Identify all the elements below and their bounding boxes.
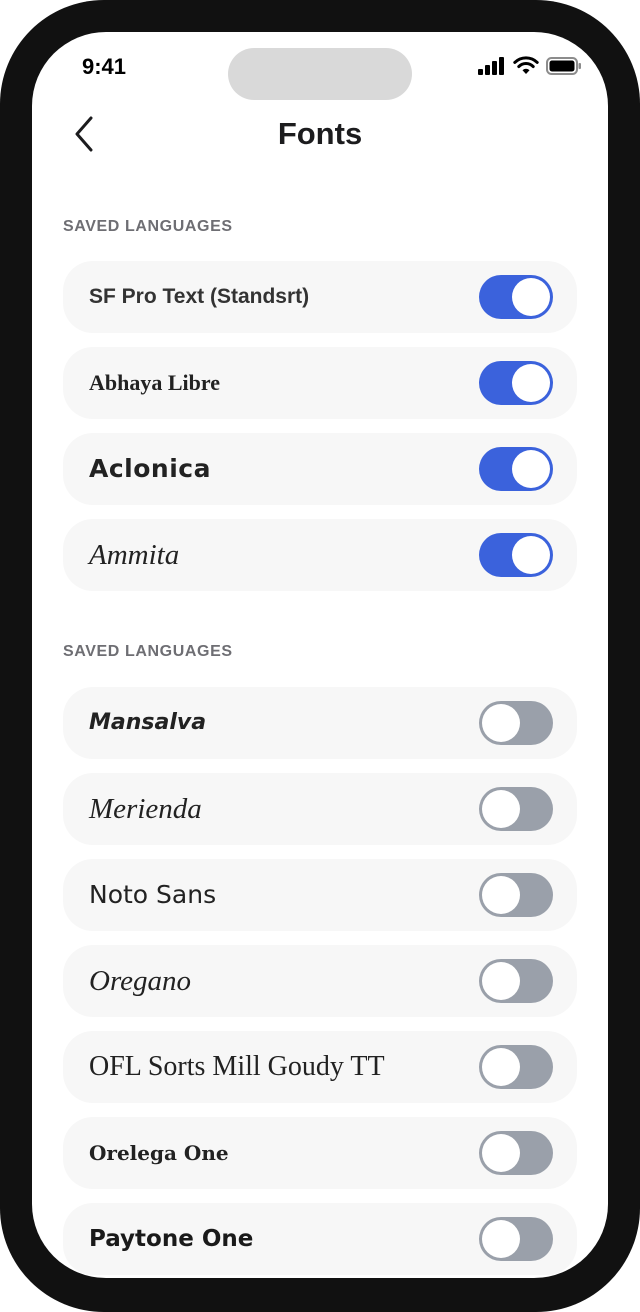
phone-frame: 9:41 Fonts SAVED LANGUAGES SF Pro Text (… (0, 0, 640, 1312)
page-title: Fonts (277, 116, 363, 151)
font-row-sf-pro-text: SF Pro Text (Standsrt) (63, 261, 577, 333)
font-row-aclonica: Aclonica (63, 433, 577, 505)
font-toggle-ammita[interactable] (479, 533, 553, 577)
font-label: SF Pro Text (Standsrt) (89, 285, 310, 308)
font-label: Merienda (89, 793, 202, 825)
font-row-orelega-one: Orelega One (63, 1117, 577, 1189)
toggle-knob (482, 1134, 520, 1172)
toggle-knob (482, 962, 520, 1000)
toggle-knob (512, 364, 550, 402)
navigation-bar: Fonts (32, 102, 608, 166)
font-row-abhaya-libre: Abhaya Libre (63, 347, 577, 419)
toggle-knob (482, 704, 520, 742)
font-label: Noto Sans (89, 880, 217, 909)
font-toggle-sf-pro-text[interactable] (479, 275, 553, 319)
font-toggle-paytone-one[interactable] (479, 1217, 553, 1261)
font-label: Abhaya Libre (89, 370, 221, 395)
toggle-knob (512, 450, 550, 488)
font-row-noto-sans: Noto Sans (63, 859, 577, 931)
status-icons (478, 56, 582, 75)
font-row-paytone-one: Paytone One (63, 1203, 577, 1275)
toggle-knob (482, 1220, 520, 1258)
font-row-ofl-sorts-mill-goudy: OFL Sorts Mill Goudy TT (63, 1031, 577, 1103)
toggle-knob (512, 536, 550, 574)
font-label: Mansalva (89, 710, 207, 735)
toggle-knob (482, 876, 520, 914)
font-toggle-aclonica[interactable] (479, 447, 553, 491)
font-label: Ammita (89, 539, 180, 571)
font-label: Paytone One (89, 1226, 254, 1252)
toggle-knob (482, 1048, 520, 1086)
font-toggle-oregano[interactable] (479, 959, 553, 1003)
font-toggle-abhaya-libre[interactable] (479, 361, 553, 405)
toggle-knob (512, 278, 550, 316)
dynamic-island (228, 48, 412, 100)
battery-icon (546, 56, 581, 75)
font-toggle-orelega-one[interactable] (479, 1131, 553, 1175)
font-toggle-merienda[interactable] (479, 787, 553, 831)
screen: 9:41 Fonts SAVED LANGUAGES SF Pro Text (… (32, 32, 608, 1278)
font-label: Oregano (89, 965, 192, 997)
wifi-icon (513, 56, 539, 74)
font-label: Aclonica (89, 454, 211, 483)
section-header-saved-languages: SAVED LANGUAGES (63, 218, 233, 235)
cellular-signal-icon (478, 56, 504, 75)
font-toggle-mansalva[interactable] (479, 701, 553, 745)
font-toggle-ofl-sorts-mill-goudy[interactable] (479, 1045, 553, 1089)
font-row-mansalva: Mansalva (63, 687, 577, 759)
font-row-ammita: Ammita (63, 519, 577, 591)
toggle-knob (482, 790, 520, 828)
status-time: 9:41 (82, 54, 127, 79)
font-row-merienda: Merienda (63, 773, 577, 845)
font-toggle-noto-sans[interactable] (479, 873, 553, 917)
section-header-saved-languages: SAVED LANGUAGES (63, 643, 233, 660)
font-row-oregano: Oregano (63, 945, 577, 1017)
font-label: Orelega One (89, 1141, 229, 1165)
font-label: OFL Sorts Mill Goudy TT (89, 1051, 385, 1082)
